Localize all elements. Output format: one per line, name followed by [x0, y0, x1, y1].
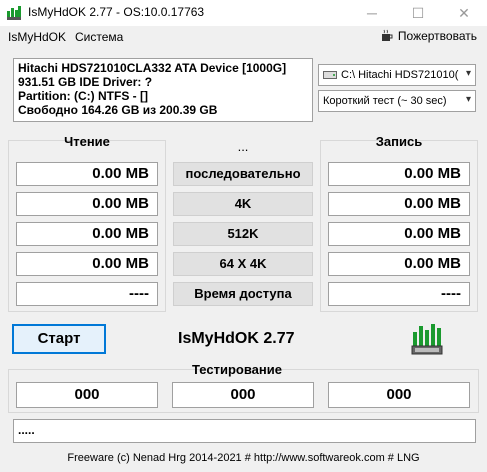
- 512k-button[interactable]: 512K: [173, 222, 313, 246]
- write-4k-value: 0.00 MB: [328, 192, 470, 216]
- middle-title: ...: [237, 139, 249, 154]
- sequential-button[interactable]: последовательно: [173, 162, 313, 186]
- status-box: .....: [13, 419, 476, 443]
- test-type-value: Короткий тест (~ 30 sec): [323, 95, 447, 107]
- testing-title: Тестирование: [192, 362, 282, 377]
- test-type-select[interactable]: Короткий тест (~ 30 sec) ▾: [318, 90, 476, 112]
- drive-icon: [323, 71, 337, 79]
- maximize-button[interactable]: ☐: [395, 0, 441, 26]
- 4k-button[interactable]: 4K: [173, 192, 313, 216]
- menu-bar: IsMyHdOK Система Пожертвовать: [0, 26, 487, 48]
- write-title: Запись: [375, 134, 423, 149]
- drive-size: 931.51 GB IDE Driver: ?: [18, 75, 153, 89]
- footer-text[interactable]: Freeware (c) Nenad Hrg 2014-2021 # http:…: [0, 452, 487, 464]
- chevron-down-icon: ▾: [465, 94, 471, 105]
- drive-info-box: Hitachi HDS721010CLA332 ATA Device [1000…: [13, 58, 313, 122]
- access-time-button[interactable]: Время доступа: [173, 282, 313, 306]
- write-512k-value: 0.00 MB: [328, 222, 470, 246]
- testing-value-3: 000: [328, 382, 470, 408]
- read-4k-value: 0.00 MB: [16, 192, 158, 216]
- title-bar: IsMyHdOK 2.77 - OS:10.0.17763 ─ ☐ ✕: [0, 0, 487, 26]
- drive-model: Hitachi HDS721010CLA332 ATA Device [1000…: [18, 61, 287, 75]
- read-title: Чтение: [64, 134, 110, 149]
- start-button[interactable]: Старт: [12, 324, 106, 354]
- window-title: IsMyHdOK 2.77 - OS:10.0.17763: [28, 5, 205, 19]
- chevron-down-icon: ▾: [465, 68, 471, 79]
- menu-system[interactable]: Система: [75, 30, 123, 44]
- minimize-button[interactable]: ─: [349, 0, 395, 26]
- coffee-cup-icon: [381, 29, 393, 41]
- app-name-label: IsMyHdOK 2.77: [178, 330, 295, 347]
- drive-select-value: C:\ Hitachi HDS721010(: [341, 69, 459, 81]
- write-sequential-value: 0.00 MB: [328, 162, 470, 186]
- drive-free-space: Свободно 164.26 GB из 200.39 GB: [18, 103, 218, 117]
- read-512k-value: 0.00 MB: [16, 222, 158, 246]
- drive-select[interactable]: C:\ Hitachi HDS721010( ▾: [318, 64, 476, 86]
- testing-value-2: 000: [172, 382, 314, 408]
- hdd-bars-logo-icon: [411, 324, 443, 355]
- hdd-app-icon: [7, 6, 21, 20]
- write-access-time-value: ----: [328, 282, 470, 306]
- write-64x4k-value: 0.00 MB: [328, 252, 470, 276]
- read-64x4k-value: 0.00 MB: [16, 252, 158, 276]
- read-access-time-value: ----: [16, 282, 158, 306]
- drive-partition: Partition: (C:) NTFS - []: [18, 89, 148, 103]
- read-sequential-value: 0.00 MB: [16, 162, 158, 186]
- testing-value-1: 000: [16, 382, 158, 408]
- donate-button[interactable]: Пожертвовать: [380, 29, 477, 43]
- close-button[interactable]: ✕: [441, 0, 487, 26]
- donate-label: Пожертвовать: [397, 29, 477, 43]
- 64x4k-button[interactable]: 64 X 4K: [173, 252, 313, 276]
- menu-ismyhdok[interactable]: IsMyHdOK: [8, 30, 66, 44]
